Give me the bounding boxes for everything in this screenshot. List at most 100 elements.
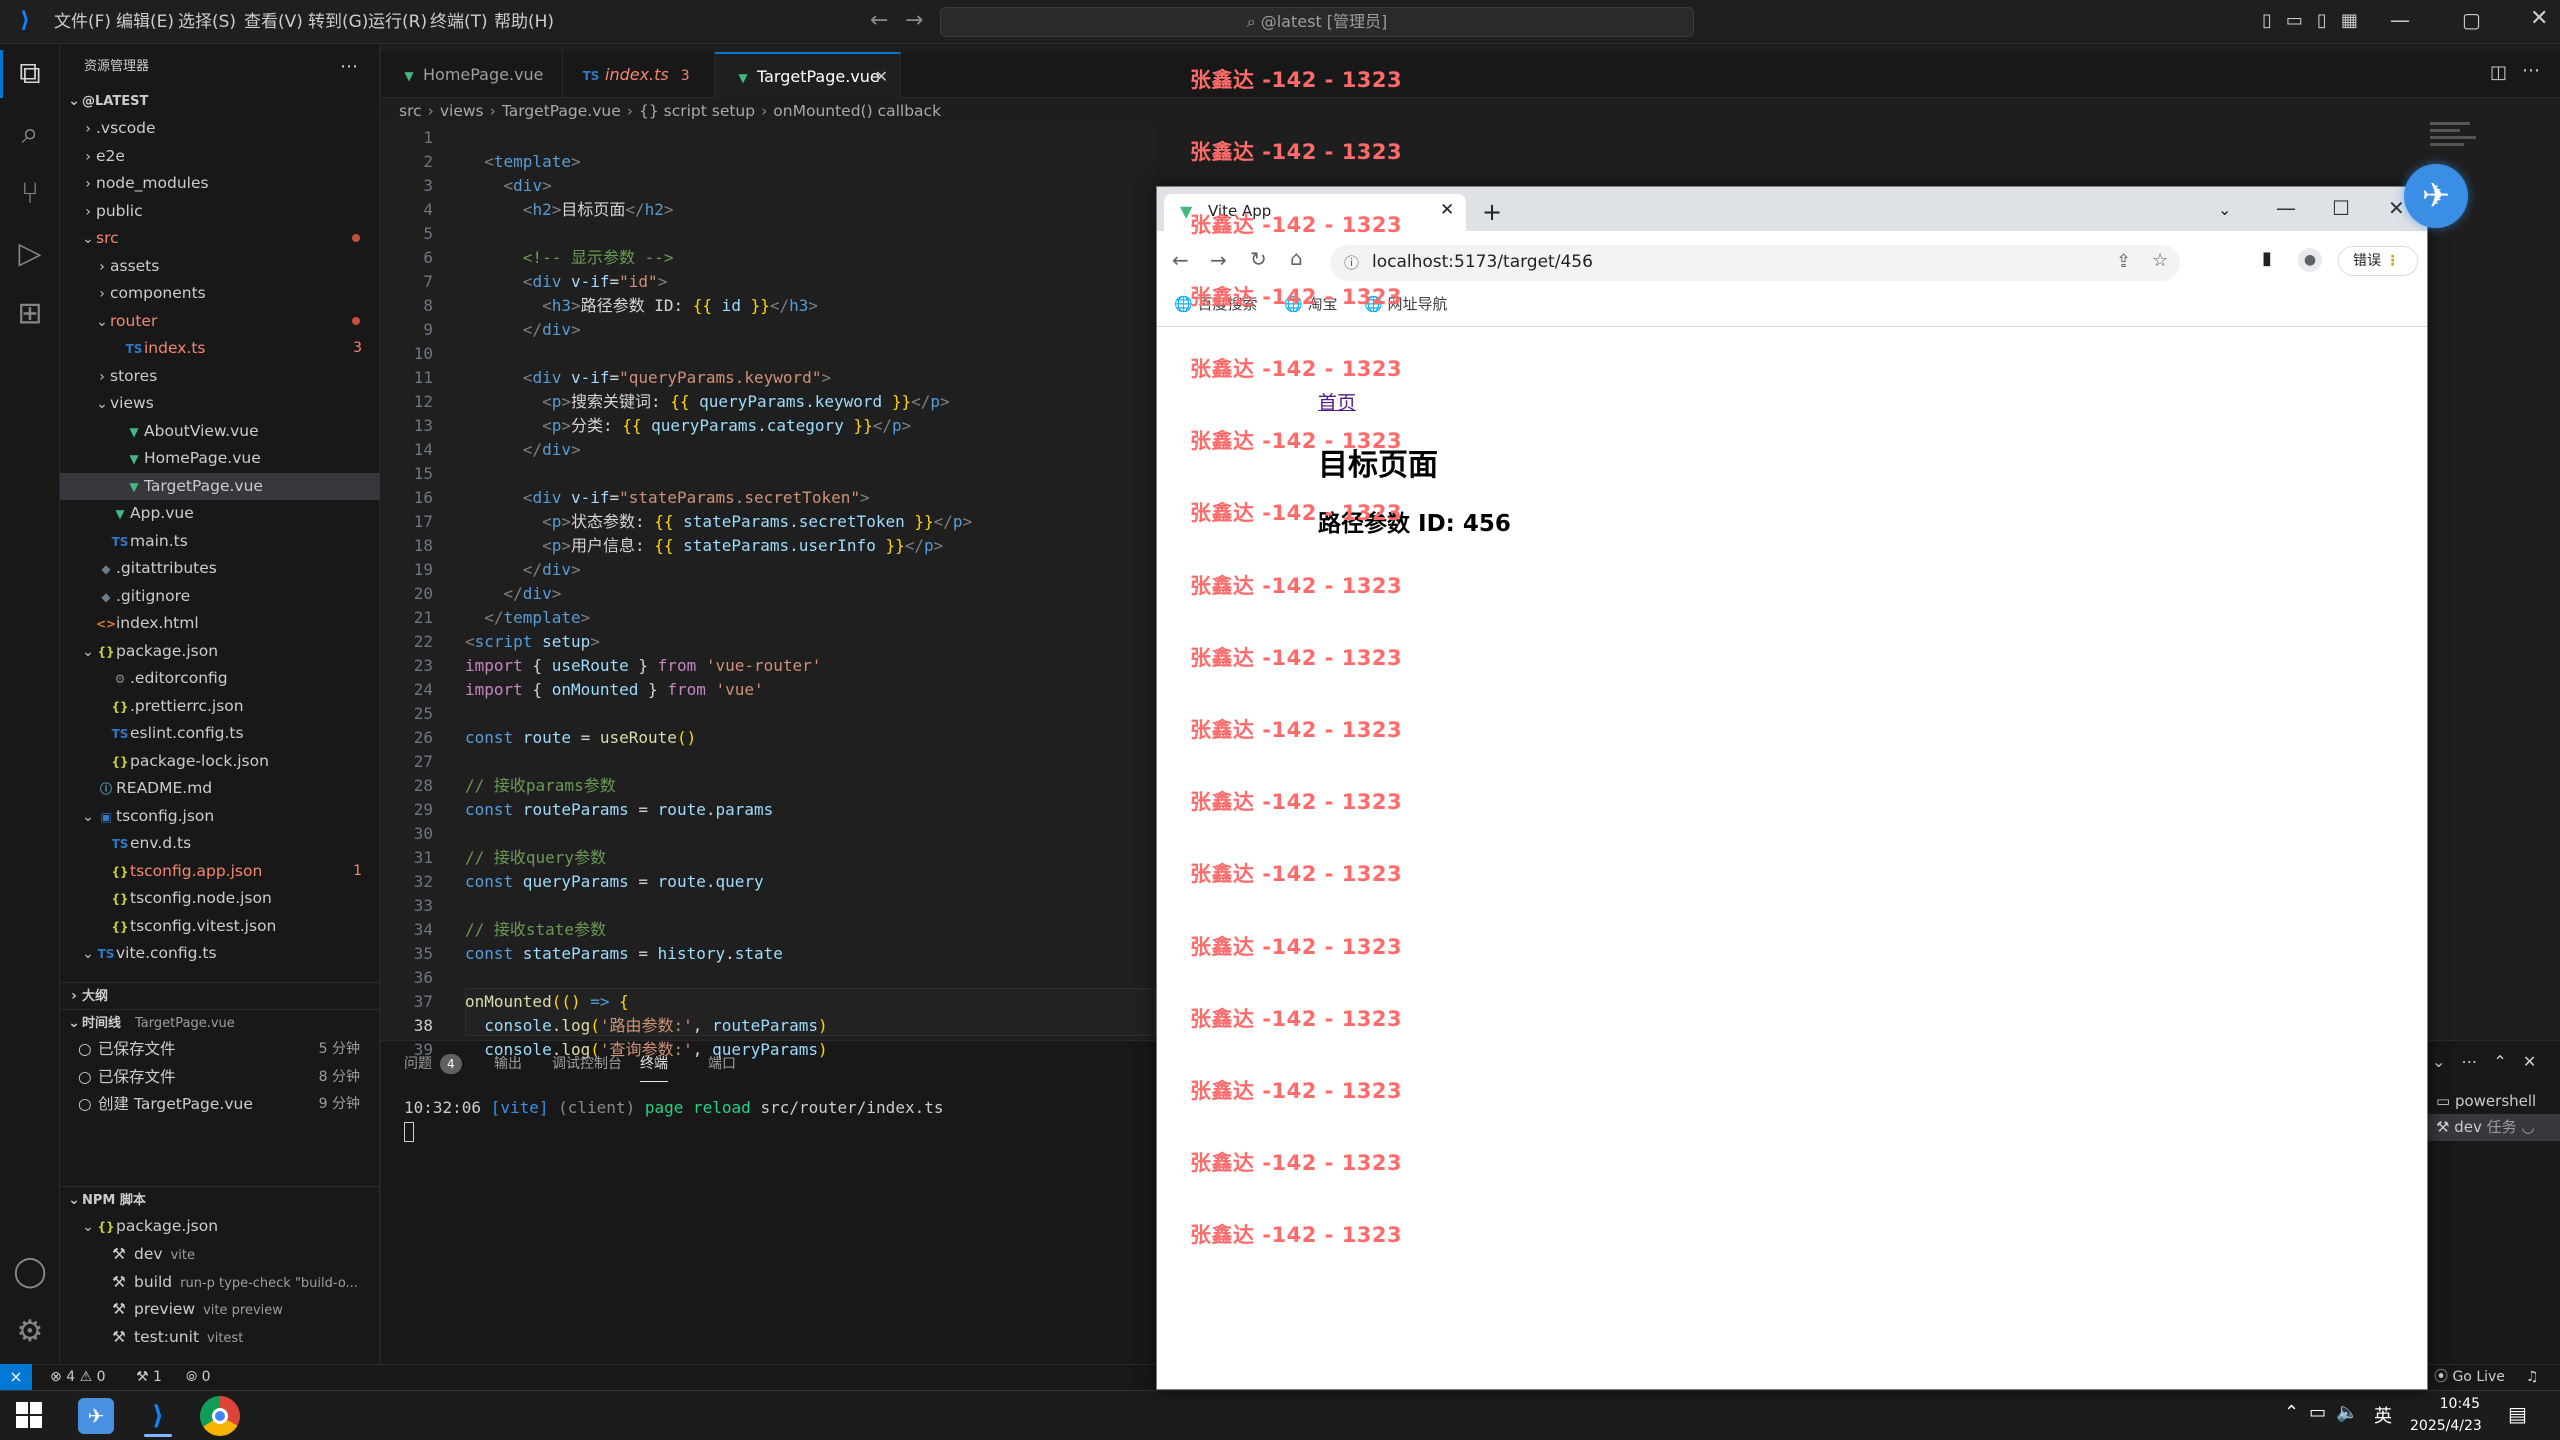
tab-search-icon[interactable]: ⌄ (2218, 200, 2231, 219)
run-debug-icon[interactable]: ▷ (10, 234, 50, 274)
panel-controls[interactable]: ⌄⋯⌃✕ (2432, 1052, 2552, 1071)
side-panel-icon[interactable]: ▮ (2262, 248, 2272, 269)
window-close-icon[interactable]: ✕ (2530, 6, 2548, 31)
tab-close-icon[interactable]: ✕ (875, 54, 888, 100)
tree-item[interactable]: › stores (60, 363, 380, 390)
panel-tab[interactable]: 终端 (640, 1046, 668, 1082)
tree-item[interactable]: TS eslint.config.ts (60, 720, 380, 747)
more-actions-icon[interactable]: ⋯ (2522, 60, 2540, 81)
problems-status[interactable]: ⊗ 4 ⚠ 0 (50, 1364, 106, 1390)
tree-item[interactable]: {}tsconfig.node.json (60, 885, 380, 912)
feishu-app-icon[interactable]: ✈ (78, 1398, 114, 1434)
explorer-icon[interactable]: ⧉ (10, 54, 50, 94)
notification-center-icon[interactable]: ▤ (2508, 1402, 2527, 1426)
npm-scripts-header[interactable]: ⌄ NPM 脚本 (60, 1186, 380, 1213)
window-minimize-icon[interactable]: — (2390, 8, 2410, 32)
forward-icon[interactable]: → (1210, 248, 1227, 272)
terminal-dev-task[interactable]: ⚒ dev 任务 ◡ (2428, 1114, 2560, 1141)
tree-item[interactable]: {}tsconfig.vitest.json (60, 913, 380, 940)
ports-status[interactable]: ⚒ 1 (136, 1364, 162, 1390)
home-link[interactable]: 首页 (1318, 388, 1356, 415)
npm-script-item[interactable]: ⚒ test:unit vitest (60, 1324, 380, 1351)
breadcrumb-item[interactable]: src (399, 102, 422, 120)
tree-item[interactable]: ⚙ .editorconfig (60, 665, 380, 692)
vscode-logo-icon[interactable]: ⟩ (12, 8, 38, 34)
breadcrumb-item[interactable]: TargetPage.vue (502, 102, 621, 120)
system-tray-icons[interactable]: ⌃▭🔈 (2284, 1402, 2369, 1423)
nav-back-icon[interactable]: ← (870, 8, 888, 33)
terminal-output[interactable]: 10:32:06 [vite] (client) page reload src… (404, 1098, 943, 1117)
home-icon[interactable]: ⌂ (1290, 246, 1303, 270)
npm-script-item[interactable]: ⚒ preview vite preview (60, 1296, 380, 1323)
editor-tab[interactable]: ▼ TargetPage.vue ✕ (715, 52, 901, 98)
tree-item[interactable]: ⌄ views (60, 390, 380, 417)
chrome-taskbar-icon[interactable] (200, 1396, 240, 1436)
command-center[interactable]: ⌕ @latest [管理员] (940, 7, 1694, 37)
tree-item[interactable]: › public (60, 198, 380, 225)
share-icon[interactable]: ⇪ (2116, 251, 2131, 272)
tree-item[interactable]: ⌄ TS vite.config.ts (60, 940, 380, 967)
editor-tab[interactable]: TS index.ts 3 (563, 52, 715, 98)
menu-item[interactable]: 查看(V) (244, 0, 303, 44)
windows-start-icon[interactable] (16, 1402, 42, 1428)
timeline-item[interactable]: ○ 创建 TargetPage.vue 9 分钟 (60, 1091, 380, 1118)
tree-item[interactable]: ⌄ src (60, 225, 380, 252)
npm-script-item[interactable]: ⚒ dev vite (60, 1241, 380, 1268)
floating-assistant-icon[interactable]: ✈ (2404, 164, 2468, 228)
breadcrumb-item[interactable]: {} script setup (639, 102, 755, 120)
panel-tab[interactable]: 输出 (494, 1046, 522, 1082)
menu-item[interactable]: 选择(S) (178, 0, 236, 44)
menu-item[interactable]: 文件(F) (54, 0, 111, 44)
browser-close-icon[interactable]: ✕ (2388, 196, 2405, 220)
tree-item[interactable]: ▼ AboutView.vue (60, 418, 380, 445)
menu-item[interactable]: 编辑(E) (116, 0, 174, 44)
timeline-item[interactable]: ○ 已保存文件 8 分钟 (60, 1064, 380, 1091)
npm-package[interactable]: ⌄ {}package.json (60, 1213, 380, 1240)
panel-tab[interactable]: 调试控制台 (552, 1046, 622, 1082)
terminal-powershell[interactable]: ▭ powershell (2428, 1088, 2560, 1115)
browser-maximize-icon[interactable]: ☐ (2332, 196, 2350, 220)
tree-item[interactable]: {}.prettierrc.json (60, 693, 380, 720)
source-control-icon[interactable]: ⑂ (10, 174, 50, 214)
tree-item[interactable]: ◆ .gitignore (60, 583, 380, 610)
breadcrumb-item[interactable]: onMounted() callback (773, 102, 941, 120)
ime-indicator[interactable]: 英 (2374, 1402, 2392, 1428)
tree-item[interactable]: {}package-lock.json (60, 748, 380, 775)
notifications-bell-icon[interactable]: ♫ (2526, 1364, 2539, 1390)
panel-tab[interactable]: 端口 (708, 1046, 736, 1082)
outline-header[interactable]: › 大纲 (60, 982, 380, 1009)
nav-forward-icon[interactable]: → (905, 8, 923, 33)
vscode-taskbar-icon[interactable]: ⟩ (140, 1398, 176, 1434)
remote-icon[interactable]: ⨯ (0, 1364, 32, 1390)
tree-item[interactable]: TS env.d.ts (60, 830, 380, 857)
reload-icon[interactable]: ↻ (1250, 247, 1267, 271)
explorer-root-header[interactable]: ⌄ @LATEST (60, 88, 380, 115)
profile-avatar[interactable]: ● (2298, 248, 2322, 272)
tree-item[interactable]: ▼ App.vue (60, 500, 380, 527)
menu-item[interactable]: 帮助(H) (494, 0, 554, 44)
profile-error-button[interactable]: 错误 ⋮ (2338, 246, 2418, 276)
tree-item[interactable]: › node_modules (60, 170, 380, 197)
tree-item[interactable]: {}tsconfig.app.json 1 (60, 858, 380, 885)
tree-item[interactable]: <>index.html (60, 610, 380, 637)
clock[interactable]: 10:45 2025/4/23 (2410, 1393, 2482, 1437)
search-icon[interactable]: ⌕ (10, 114, 50, 154)
account-icon[interactable]: ◯ (10, 1252, 50, 1292)
back-icon[interactable]: ← (1172, 248, 1189, 272)
window-restore-icon[interactable]: ▢ (2462, 8, 2481, 32)
bookmark-star-icon[interactable]: ☆ (2152, 250, 2168, 271)
npm-script-item[interactable]: ⚒ build run-p type-check "build-o... (60, 1269, 380, 1296)
new-tab-icon[interactable]: + (1482, 198, 1502, 226)
address-bar[interactable]: ⓘ localhost:5173/target/456 ⇪ ☆ (1330, 245, 2180, 281)
tree-item[interactable]: ⌄ router (60, 308, 380, 335)
settings-gear-icon[interactable]: ⚙ (10, 1312, 50, 1352)
tree-item[interactable]: ⌄ {}package.json (60, 638, 380, 665)
split-editor-icon[interactable]: ◫ (2490, 62, 2507, 83)
tree-item[interactable]: › assets (60, 253, 380, 280)
extensions-icon[interactable]: ⊞ (10, 294, 50, 334)
tree-item[interactable]: ▼ HomePage.vue (60, 445, 380, 472)
tree-item[interactable]: ▼ TargetPage.vue (60, 472, 380, 500)
tree-item[interactable]: TS main.ts (60, 528, 380, 555)
panel-tab[interactable]: 问题 4 (404, 1046, 462, 1082)
broadcast-status[interactable]: ⦾ 0 (186, 1364, 211, 1390)
